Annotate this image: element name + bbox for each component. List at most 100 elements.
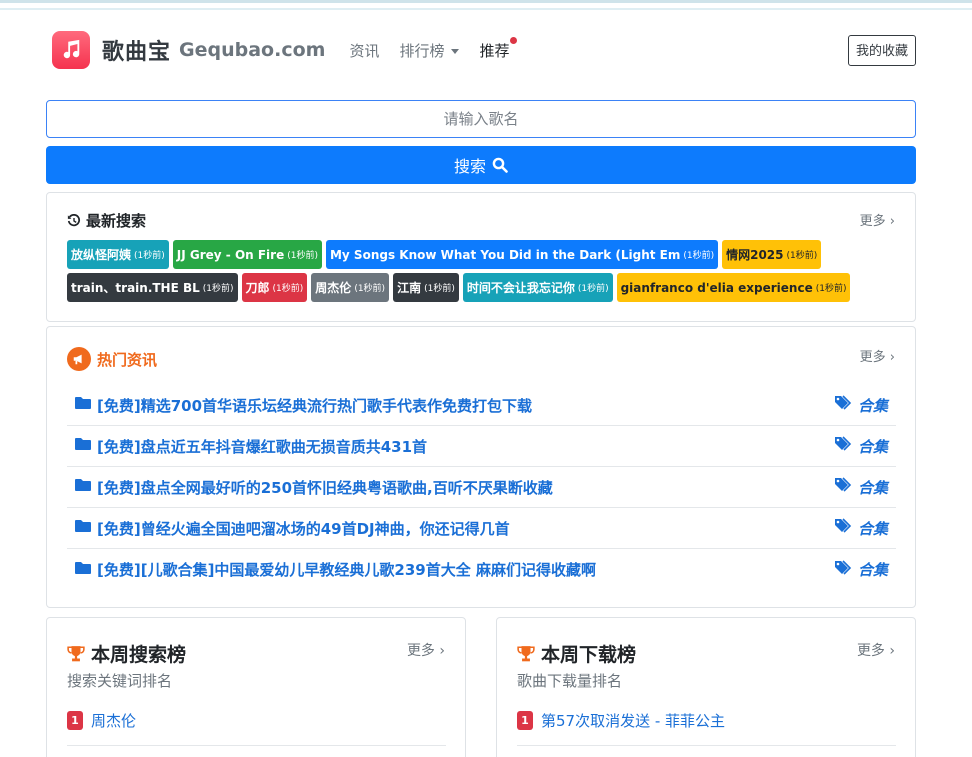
- news-item[interactable]: [免费]盘点全网最好听的250首怀旧经典粤语歌曲,百听不厌果断收藏 合集: [67, 467, 896, 508]
- nav-item-recommend[interactable]: 推荐: [479, 36, 518, 61]
- nav-item-recommend-label: 推荐: [479, 41, 510, 60]
- nav-item-charts-label: 排行榜: [399, 41, 445, 60]
- divider: [517, 745, 896, 746]
- chevron-down-icon: [451, 48, 460, 54]
- news-item-tag-label: 合集: [857, 519, 888, 538]
- nav-item-news[interactable]: 资讯: [349, 40, 379, 61]
- search-tag-time: (1秒前): [134, 251, 165, 261]
- tag-row: train、train.THE BL (1秒前) 刀郎 (1秒前) 周杰伦 (1秒前) 江南…: [67, 273, 907, 302]
- search-tag[interactable]: My Songs Know What You Did in the Dark (…: [325, 240, 719, 269]
- news-item-tag-label: 合集: [857, 396, 888, 415]
- music-note-icon[interactable]: [52, 31, 90, 69]
- folder-icon: [75, 478, 91, 496]
- news-item-title[interactable]: [免费]精选700首华语乐坛经典流行热门歌手代表作免费打包下载: [97, 395, 835, 416]
- news-item-tag[interactable]: 合集: [834, 518, 888, 539]
- recent-search-title: 最新搜索: [67, 210, 146, 231]
- search-tag-time: (1秒前): [577, 284, 609, 294]
- search-tag[interactable]: 情网2025 (1秒前): [722, 240, 822, 269]
- list-item[interactable]: 1 第57次取消发送 - 菲菲公主: [517, 710, 725, 731]
- search-tag-text: JJ Grey - On Fire: [176, 247, 285, 262]
- news-item-tag-label: 合集: [857, 437, 888, 456]
- search-tag[interactable]: 江南 (1秒前): [393, 273, 459, 302]
- hot-news-more-link[interactable]: 更多 ›: [860, 346, 895, 365]
- news-item-tag[interactable]: 合集: [834, 395, 888, 416]
- weekly-download-more-label: 更多: [856, 643, 885, 659]
- tag-row: 放纵怪阿姨 (1秒前) JJ Grey - On Fire (1秒前) My Songs…: [67, 240, 907, 269]
- news-item[interactable]: [免费]曾经火遍全国迪吧溜冰场的49首DJ神曲，你还记得几首 合集: [67, 508, 896, 549]
- recent-search-more-link[interactable]: 更多 ›: [860, 210, 895, 229]
- news-item[interactable]: [免费]盘点近五年抖音爆红歌曲无损音质共431首 合集: [67, 426, 896, 467]
- news-item-tag[interactable]: 合集: [834, 477, 888, 498]
- news-item[interactable]: [免费]精选700首华语乐坛经典流行热门歌手代表作免费打包下载 合集: [67, 385, 896, 426]
- weekly-download-more-link[interactable]: 更多 ›: [857, 640, 895, 660]
- tags-icon: [834, 518, 853, 538]
- top-strip: [0, 0, 972, 10]
- weekly-search-card: 本周搜索榜 更多 › 搜索关键词排名 1 周杰伦: [46, 617, 466, 757]
- news-item-title[interactable]: [免费]盘点全网最好听的250首怀旧经典粤语歌曲,百听不厌果断收藏: [97, 477, 835, 498]
- brand-name[interactable]: 歌曲宝: [102, 34, 171, 66]
- news-item-title[interactable]: [免费][儿歌合集]中国最爱幼儿早教经典儿歌239首大全 麻麻们记得收藏啊: [97, 559, 835, 580]
- search-tag-time: (1秒前): [683, 251, 715, 261]
- weekly-search-more-label: 更多: [406, 643, 435, 659]
- search-tag-text: 江南: [397, 281, 422, 295]
- divider: [67, 745, 446, 746]
- tags-icon: [834, 559, 853, 580]
- nav-item-charts[interactable]: 排行榜: [399, 40, 460, 61]
- list-item[interactable]: 1 周杰伦: [67, 710, 136, 731]
- search-tag[interactable]: 刀郎 (1秒前): [241, 273, 308, 302]
- news-item[interactable]: [免费][儿歌合集]中国最爱幼儿早教经典儿歌239首大全 麻麻们记得收藏啊 合集: [67, 549, 896, 590]
- search-tag-text: gianfranco d'elia experience: [620, 280, 813, 295]
- recent-search-tags: 放纵怪阿姨 (1秒前) JJ Grey - On Fire (1秒前) My Songs…: [67, 240, 907, 306]
- weekly-search-more-link[interactable]: 更多 ›: [407, 640, 445, 660]
- news-item-tag[interactable]: 合集: [834, 559, 888, 580]
- recent-search-more-label: 更多: [859, 214, 886, 229]
- rank-item-name[interactable]: 第57次取消发送 - 菲菲公主: [541, 710, 725, 731]
- news-item-tag[interactable]: 合集: [834, 436, 888, 457]
- search-input[interactable]: [46, 100, 916, 138]
- folder-icon: [75, 561, 91, 579]
- hot-news-more-label: 更多: [859, 350, 886, 365]
- recent-search-title-text: 最新搜索: [86, 212, 147, 230]
- trophy-icon: [67, 645, 85, 661]
- weekly-download-card: 本周下载榜 更多 › 歌曲下载量排名 1 第57次取消发送 - 菲菲公主: [496, 617, 916, 757]
- brand-domain[interactable]: Gequbao.com: [179, 39, 325, 61]
- search-tag[interactable]: 放纵怪阿姨 (1秒前): [67, 240, 169, 269]
- search-tag-text: 时间不会让我忘记你: [466, 281, 575, 295]
- search-tag[interactable]: train、train.THE BL (1秒前): [67, 273, 238, 302]
- search-tag-time: (1秒前): [786, 251, 818, 261]
- weekly-search-title: 本周搜索榜: [67, 640, 186, 667]
- search-tag[interactable]: 周杰伦 (1秒前): [311, 273, 390, 302]
- search-tag-time: (1秒前): [354, 284, 386, 294]
- rank-item-name[interactable]: 周杰伦: [91, 710, 136, 731]
- search-tag-text: 放纵怪阿姨: [71, 248, 132, 262]
- search-tag[interactable]: JJ Grey - On Fire (1秒前): [172, 240, 322, 269]
- weekly-download-subtitle: 歌曲下载量排名: [517, 672, 623, 690]
- hot-news-list: [免费]精选700首华语乐坛经典流行热门歌手代表作免费打包下载 合集 [免费]盘点近…: [67, 385, 896, 590]
- search-tag-text: 情网2025: [726, 248, 784, 262]
- trophy-icon: [517, 645, 535, 661]
- tags-icon: [834, 436, 853, 456]
- search-tag[interactable]: 时间不会让我忘记你 (1秒前): [462, 273, 613, 302]
- weekly-download-title: 本周下载榜: [517, 640, 636, 667]
- news-item-title[interactable]: [免费]盘点近五年抖音爆红歌曲无损音质共431首: [97, 436, 835, 457]
- hot-news-card: 热门资讯 更多 › [免费]精选700首华语乐坛经典流行热门歌手代表作免费打包下…: [46, 326, 916, 608]
- history-icon: [67, 213, 81, 226]
- my-favorites-button[interactable]: 我的收藏: [847, 35, 916, 66]
- rank-badge: 1: [517, 711, 533, 730]
- news-item-tag-label: 合集: [857, 561, 888, 579]
- news-item-tag-label: 合集: [857, 478, 888, 497]
- weekly-search-subtitle: 搜索关键词排名: [67, 672, 173, 690]
- weekly-download-title-text: 本周下载榜: [541, 644, 637, 666]
- search-tag[interactable]: gianfranco d'elia experience (1秒前): [616, 273, 851, 302]
- search-tag-time: (1秒前): [287, 251, 318, 261]
- search-tag-text: 刀郎: [245, 281, 270, 295]
- search-tag-text: 周杰伦: [315, 281, 352, 295]
- search-button[interactable]: 搜索: [46, 146, 916, 184]
- rank-badge: 1: [67, 711, 83, 730]
- folder-icon: [75, 519, 91, 537]
- search-tag-time: (1秒前): [424, 284, 455, 294]
- recent-search-card: 最新搜索 更多 › 放纵怪阿姨 (1秒前) JJ Grey - On Fire (1秒…: [46, 192, 916, 322]
- search-button-label: 搜索: [453, 157, 486, 176]
- weekly-search-title-text: 本周搜索榜: [91, 644, 187, 666]
- news-item-title[interactable]: [免费]曾经火遍全国迪吧溜冰场的49首DJ神曲，你还记得几首: [97, 518, 835, 539]
